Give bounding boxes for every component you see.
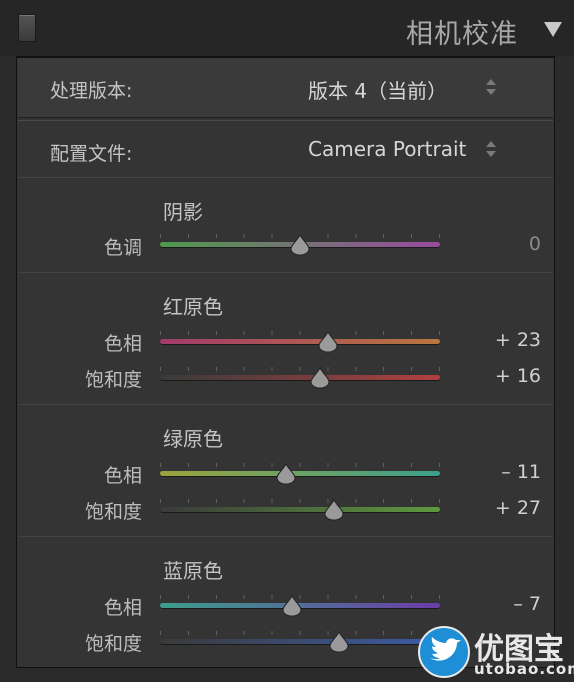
section-title-green-primary: 绿原色 xyxy=(163,427,223,451)
green-primary-section: 绿原色 色相 – 11 饱和度 + 27 xyxy=(18,405,553,537)
profile-select[interactable]: Camera Portrait xyxy=(308,137,466,161)
watermark-url: utobao.com xyxy=(474,660,574,678)
process-version-row: 处理版本: 版本 4（当前） xyxy=(18,58,553,118)
slider-label-saturation: 饱和度 xyxy=(84,501,142,523)
blue-hue-slider-thumb[interactable] xyxy=(282,595,302,617)
process-version-label: 处理版本: xyxy=(50,80,133,102)
blue-hue-value[interactable]: – 7 xyxy=(451,593,541,615)
red-saturation-slider-track[interactable] xyxy=(160,375,440,380)
up-down-arrows-icon[interactable] xyxy=(486,141,496,159)
red-hue-slider-thumb[interactable] xyxy=(318,331,338,353)
red-saturation-slider-thumb[interactable] xyxy=(310,367,330,389)
slider-label-hue: 色相 xyxy=(103,333,142,355)
red-hue-slider-track[interactable] xyxy=(160,339,440,344)
triangle-down-icon[interactable] xyxy=(544,22,562,37)
profile-row: 配置文件: Camera Portrait xyxy=(18,120,553,178)
section-title-shadows: 阴影 xyxy=(163,200,203,224)
green-hue-slider-thumb[interactable] xyxy=(276,463,296,485)
bird-logo-icon xyxy=(418,626,470,678)
panel-toggle-switch[interactable] xyxy=(18,14,36,42)
slider-label-hue: 色相 xyxy=(103,597,142,619)
section-title-blue-primary: 蓝原色 xyxy=(163,559,223,583)
slider-ticks xyxy=(160,463,440,467)
slider-ticks xyxy=(160,499,440,503)
blue-saturation-slider-thumb[interactable] xyxy=(329,631,349,653)
section-title-red-primary: 红原色 xyxy=(163,295,223,319)
panel-header[interactable]: 相机校准 xyxy=(0,0,574,56)
slider-ticks xyxy=(160,367,440,371)
green-hue-value[interactable]: – 11 xyxy=(451,461,541,483)
process-version-select[interactable]: 版本 4（当前） xyxy=(308,75,447,104)
green-saturation-slider-track[interactable] xyxy=(160,507,440,512)
red-hue-value[interactable]: + 23 xyxy=(451,329,541,351)
profile-label: 配置文件: xyxy=(50,143,133,165)
tint-slider-thumb[interactable] xyxy=(290,234,310,256)
blue-saturation-slider-track[interactable] xyxy=(160,639,440,644)
red-saturation-value[interactable]: + 16 xyxy=(451,365,541,387)
green-saturation-slider-thumb[interactable] xyxy=(324,499,344,521)
slider-label-hue: 色相 xyxy=(103,465,142,487)
slider-label-saturation: 饱和度 xyxy=(84,369,142,391)
slider-ticks xyxy=(160,631,440,635)
shadows-section: 阴影 色调 0 xyxy=(18,178,553,273)
slider-ticks xyxy=(160,331,440,335)
tint-value[interactable]: 0 xyxy=(451,233,541,255)
green-hue-slider-track[interactable] xyxy=(160,471,440,476)
slider-label-saturation: 饱和度 xyxy=(84,633,142,655)
slider-label-tint: 色调 xyxy=(103,237,142,259)
red-primary-section: 红原色 色相 + 23 饱和度 + 16 xyxy=(18,273,553,405)
green-saturation-value[interactable]: + 27 xyxy=(451,497,541,519)
panel-title: 相机校准 xyxy=(406,19,518,50)
watermark-logo: 优图宝 utobao.com xyxy=(418,622,574,682)
up-down-arrows-icon[interactable] xyxy=(486,79,496,97)
